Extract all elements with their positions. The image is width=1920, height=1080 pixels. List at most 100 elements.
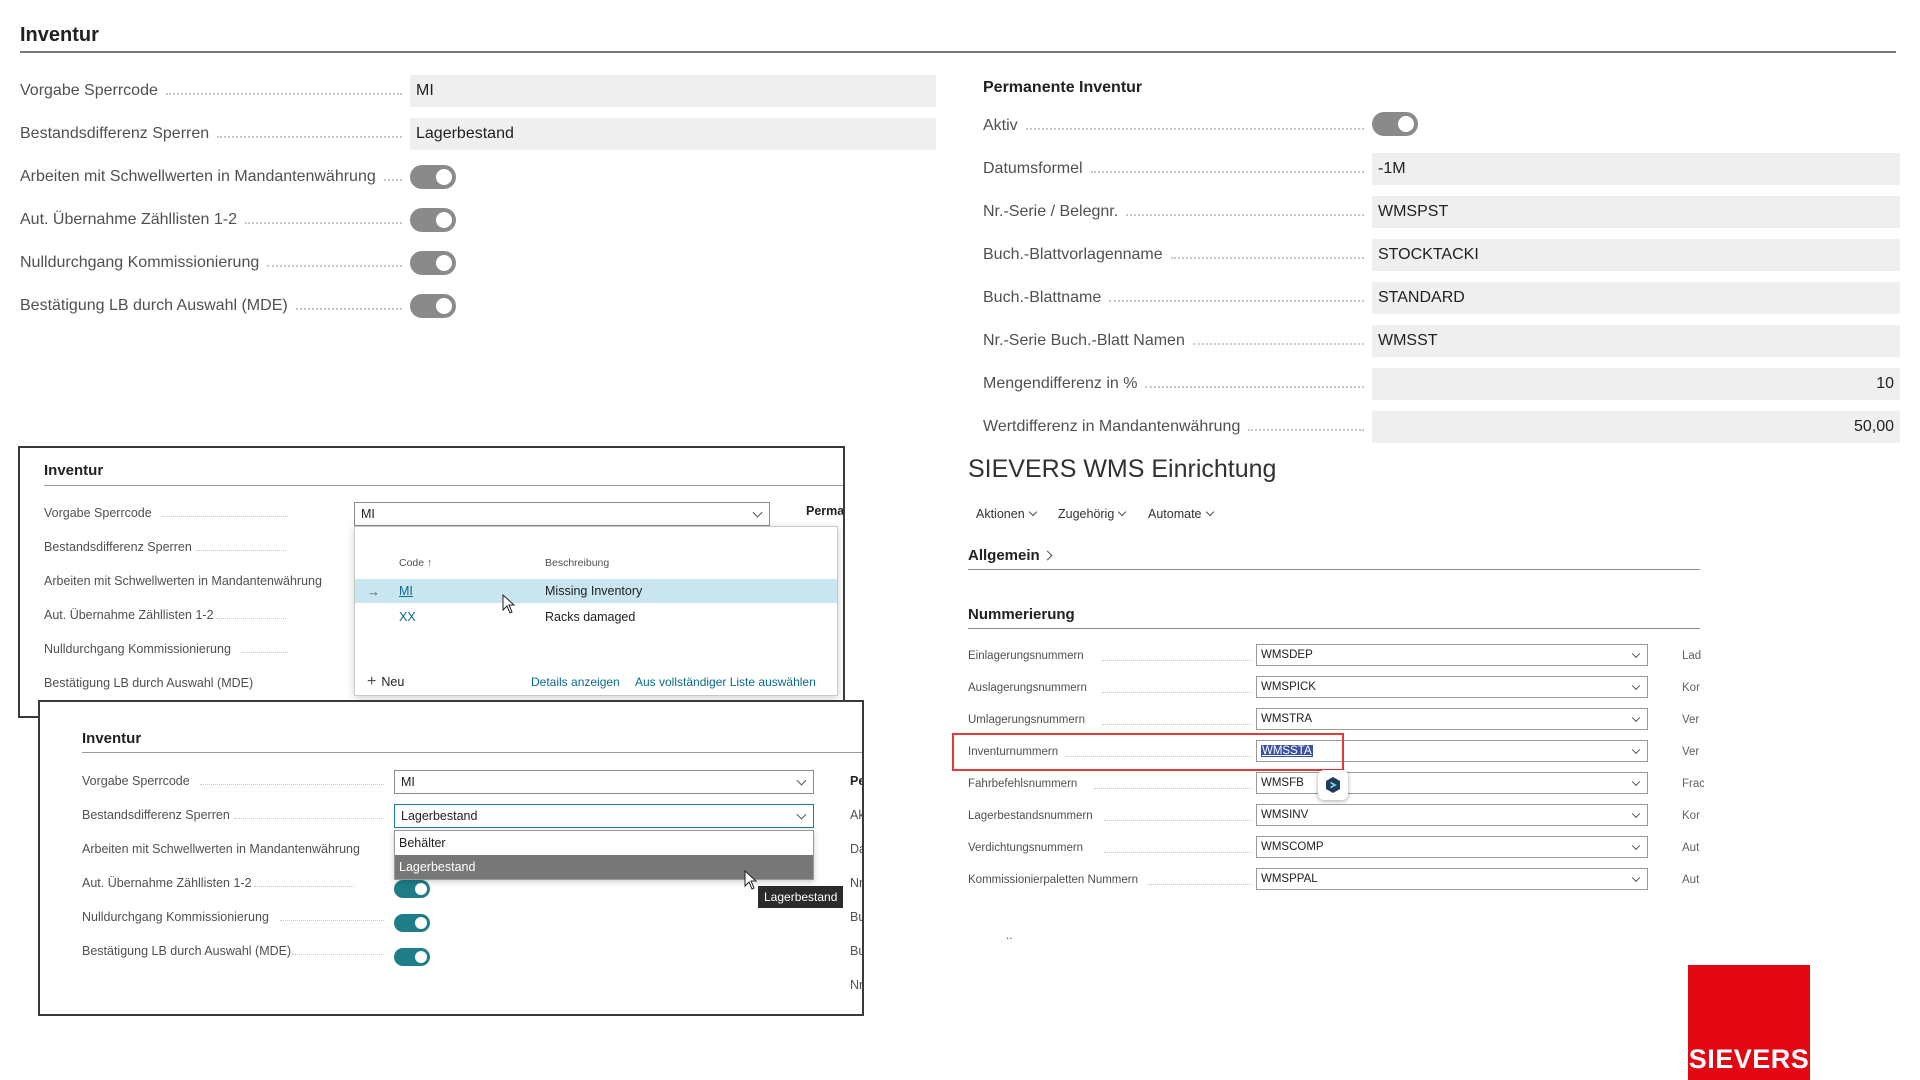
select-value: MI [361, 507, 375, 521]
column-header-beschreibung[interactable]: Beschreibung [545, 557, 609, 569]
wertdifferenz-field[interactable]: 50,00 [1372, 411, 1900, 443]
row-code: XX [399, 610, 416, 624]
datumsformel-field[interactable]: -1M [1372, 153, 1900, 185]
einlagerungsnummern-select[interactable]: WMSDEP [1256, 644, 1648, 666]
nr-serie-belegnr-field[interactable]: WMSPST [1372, 196, 1900, 228]
wms-setup-title: SIEVERS WMS Einrichtung [968, 455, 1277, 483]
buch-blattvorlagenname-field[interactable]: STOCKTACKI [1372, 239, 1900, 271]
side-label: Ak [850, 808, 864, 822]
menu-label: Zugehörig [1058, 507, 1115, 521]
menu-automate[interactable]: Automate [1148, 507, 1214, 521]
verdichtungsnummern-select[interactable]: WMSCOMP [1256, 836, 1648, 858]
side-label: Aut [1682, 842, 1700, 854]
auslagerungsnummern-select[interactable]: WMSPICK [1256, 676, 1648, 698]
fahrbefehlsnummern-select[interactable]: WMSFB [1256, 772, 1648, 794]
section-allgemein[interactable]: Allgemein [968, 547, 1053, 564]
zaehllisten-toggle[interactable] [410, 208, 456, 232]
vorgabe-sperrcode-field[interactable]: MI [410, 75, 936, 107]
bestaetigung-lb-label: Bestätigung LB durch Auswahl (MDE) [82, 944, 292, 958]
field-row-nr-serie-buch-blatt: Nr.-Serie Buch.-Blatt Namen [983, 325, 1372, 357]
field-row-datumsformel: Datumsformel [983, 153, 1372, 185]
lookup-row[interactable]: XX Racks damaged [355, 605, 837, 629]
menu-aktionen[interactable]: Aktionen [976, 507, 1037, 521]
bestaetigung-lb-label: Bestätigung LB durch Auswahl (MDE) [44, 676, 254, 690]
field-label: Buch.-Blattvorlagenname [983, 246, 1163, 263]
bestaetigung-lb-toggle[interactable] [394, 948, 430, 966]
einlagerungsnummern-label: Einlagerungsnummern [968, 650, 1084, 662]
chevron-down-icon [1631, 777, 1641, 787]
aktiv-toggle[interactable] [1372, 112, 1418, 136]
umlagerungsnummern-select[interactable]: WMSTRA [1256, 708, 1648, 730]
side-label: Kor [1682, 810, 1700, 822]
select-value: WMSPICK [1261, 681, 1316, 693]
buch-blattname-field[interactable]: STANDARD [1372, 282, 1900, 314]
verdichtungsnummern-label: Verdichtungsnummern [968, 842, 1084, 854]
nr-serie-buch-blatt-field[interactable]: WMSST [1372, 325, 1900, 357]
side-label: Kor [1682, 682, 1700, 694]
details-anzeigen-link[interactable]: Details anzeigen [531, 675, 620, 689]
new-label: Neu [381, 675, 405, 689]
row-description: Racks damaged [545, 610, 636, 624]
chevron-down-icon [1631, 841, 1641, 851]
overlay-card-sperrcode-lookup: Inventur Vorgabe Sperrcode Bestandsdiffe… [18, 446, 845, 718]
field-label: Mengendifferenz in % [983, 375, 1138, 392]
full-list-link[interactable]: Aus vollständiger Liste auswählen [635, 675, 816, 689]
copilot-icon[interactable] [1318, 770, 1348, 800]
nulldurchgang-toggle[interactable] [394, 914, 430, 932]
field-label: Nr.-Serie / Belegnr. [983, 203, 1119, 220]
select-value: WMSINV [1261, 809, 1309, 821]
umlagerungsnummern-label: Umlagerungsnummern [968, 714, 1085, 726]
chevron-down-icon [752, 507, 763, 518]
field-row-buch-blattname: Buch.-Blattname [983, 282, 1372, 314]
field-row-mengendifferenz: Mengendifferenz in % [983, 368, 1372, 400]
toggle-row-nulldurchgang: Nulldurchgang Kommissionierung [20, 247, 410, 279]
side-label: Nr [850, 978, 864, 992]
lagerbestandsnummern-select[interactable]: WMSINV [1256, 804, 1648, 826]
field-label: Bestandsdifferenz Sperren [20, 125, 210, 142]
field-row-nr-serie-belegnr: Nr.-Serie / Belegnr. [983, 196, 1372, 228]
bestaetigung-lb-toggle[interactable] [410, 294, 456, 318]
field-row-bestandsdifferenz: Bestandsdifferenz Sperren [20, 118, 410, 150]
option-behaelter[interactable]: Behälter [395, 831, 813, 855]
side-label: Ver [1682, 714, 1700, 726]
new-button[interactable]: + Neu [367, 673, 404, 691]
nulldurchgang-toggle[interactable] [410, 251, 456, 275]
fahrbefehlsnummern-label: Fahrbefehlsnummern [968, 778, 1078, 790]
chevron-down-icon [1631, 809, 1641, 819]
menu-zugehoerig[interactable]: Zugehörig [1058, 507, 1127, 521]
menu-label: Automate [1148, 507, 1202, 521]
side-label: Lad [1682, 650, 1702, 662]
toggle-label: Bestätigung LB durch Auswahl (MDE) [20, 297, 288, 314]
field-label: Nr.-Serie Buch.-Blatt Namen [983, 332, 1185, 349]
chevron-down-icon [1631, 713, 1641, 723]
column-header-code[interactable]: Code ↑ [399, 557, 432, 569]
mengendifferenz-field[interactable]: 10 [1372, 368, 1900, 400]
row-arrow-icon: → [367, 583, 380, 599]
zaehllisten-label: Aut. Übernahme Zähllisten 1-2 [44, 608, 214, 622]
bestandsdifferenz-sperren-field[interactable]: Lagerbestand [410, 118, 936, 150]
nummerierung-divider [968, 628, 1700, 629]
page-title: Inventur [20, 24, 99, 46]
field-label: Vorgabe Sperrcode [20, 82, 158, 99]
toggle-row-schwellwerte: Arbeiten mit Schwellwerten in Mandantenw… [20, 161, 410, 193]
bestandsdifferenz-label: Bestandsdifferenz Sperren [44, 540, 192, 554]
bestandsdifferenz-sperren-select[interactable]: Lagerbestand [394, 804, 814, 828]
vorgabe-sperrcode-select[interactable]: MI [354, 502, 770, 526]
vorgabe-sperrcode-select[interactable]: MI [394, 770, 814, 794]
schwellwerte-label: Arbeiten mit Schwellwerten in Mandantenw… [82, 842, 360, 856]
zaehllisten-toggle[interactable] [394, 880, 430, 898]
section-nummerierung[interactable]: Nummerierung [968, 606, 1075, 623]
side-label: Nr [850, 876, 864, 890]
schwellwerte-toggle[interactable] [410, 165, 456, 189]
lookup-row[interactable]: → MI Missing Inventory [355, 579, 837, 603]
side-label: Bu [850, 944, 864, 958]
side-section-label: Perma [806, 504, 845, 518]
kommissionierpaletten-select[interactable]: WMSPPAL [1256, 868, 1648, 890]
auslagerungsnummern-label: Auslagerungsnummern [968, 682, 1087, 694]
permanente-inventur-title: Permanente Inventur [983, 79, 1143, 96]
chevron-right-icon [1042, 550, 1053, 561]
mouse-cursor-icon [502, 594, 516, 614]
menu-label: Aktionen [976, 507, 1025, 521]
chevron-down-icon [1631, 681, 1641, 691]
side-label: Pe [850, 774, 864, 788]
